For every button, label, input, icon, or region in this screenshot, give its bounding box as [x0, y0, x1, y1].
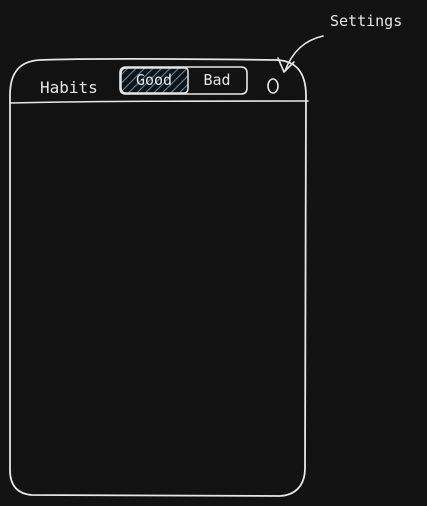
app-title: Habits [40, 78, 98, 97]
settings-annotation-label: Settings [330, 12, 403, 30]
habits-list-area [12, 104, 304, 490]
tab-bad[interactable]: Bad [188, 66, 246, 95]
tab-good[interactable]: Good [121, 66, 187, 95]
header-divider [9, 100, 309, 104]
good-bad-toggle[interactable]: Good Bad [120, 66, 247, 95]
settings-button[interactable] [262, 74, 284, 98]
